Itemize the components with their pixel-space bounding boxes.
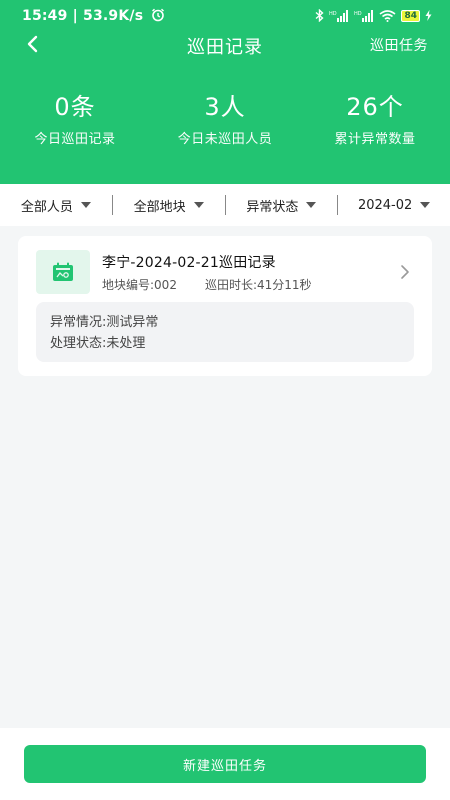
filter-label: 异常状态 <box>246 199 299 215</box>
status-bar: 15:49 | 53.9K/s HD HD 84 <box>0 0 450 34</box>
chevron-right-icon <box>401 265 409 279</box>
bluetooth-icon <box>316 9 325 22</box>
filter-abnormal-status-dropdown[interactable]: 异常状态 <box>226 196 338 215</box>
caret-down-icon <box>420 202 431 208</box>
status-icons: HD HD 84 <box>315 9 432 22</box>
record-status: 处理状态:未处理 <box>50 336 146 351</box>
status-time-text: 15:49 | 53.9K/s <box>22 8 144 24</box>
footer: 新建巡田任务 <box>0 728 450 800</box>
stat-label: 累计异常数量 <box>334 132 416 147</box>
svg-text:HD: HD <box>329 11 337 17</box>
header: 15:49 | 53.9K/s HD HD 84 巡田记录 巡田任务 0条 今日… <box>0 0 450 184</box>
stats-row: 0条 今日巡田记录 3人 今日未巡田人员 26个 累计异常数量 <box>0 92 450 147</box>
stat-unpatrolled-staff: 3人 今日未巡田人员 <box>150 92 300 147</box>
stat-today-records: 0条 今日巡田记录 <box>0 92 150 147</box>
stat-value: 3人 <box>204 93 246 121</box>
patrol-map-icon <box>53 262 73 281</box>
caret-down-icon <box>306 202 317 208</box>
wifi-icon <box>379 9 396 22</box>
battery-icon: 84 <box>401 9 420 22</box>
record-card[interactable]: 李宁-2024-02-21巡田记录 地块编号:002 巡田时长:41分11秒 异… <box>18 236 432 376</box>
new-patrol-task-button[interactable]: 新建巡田任务 <box>24 745 426 783</box>
record-list: 李宁-2024-02-21巡田记录 地块编号:002 巡田时长:41分11秒 异… <box>0 226 450 728</box>
record-title: 李宁-2024-02-21巡田记录 <box>102 255 276 271</box>
status-time: 15:49 | 53.9K/s <box>22 8 165 24</box>
record-abnormal: 异常情况:测试异常 <box>50 315 159 330</box>
filter-label: 2024-02 <box>357 197 413 213</box>
filter-label: 全部地块 <box>133 199 186 215</box>
record-plot-number: 地块编号:002 <box>102 278 177 292</box>
filter-plot-dropdown[interactable]: 全部地块 <box>113 196 225 215</box>
filter-bar: 全部人员 全部地块 异常状态 2024-02 <box>0 184 450 226</box>
battery-level: 84 <box>404 10 417 21</box>
charging-icon <box>425 10 432 21</box>
record-duration: 巡田时长:41分11秒 <box>204 278 312 292</box>
caret-down-icon <box>80 202 91 208</box>
hd-signal-icon-2: HD <box>354 9 374 22</box>
caret-down-icon <box>193 202 204 208</box>
patrol-task-link[interactable]: 巡田任务 <box>370 35 428 55</box>
stat-total-abnormal: 26个 累计异常数量 <box>300 92 450 147</box>
stat-value: 0条 <box>54 93 96 121</box>
record-thumbnail <box>36 250 90 294</box>
stat-label: 今日未巡田人员 <box>177 132 273 147</box>
filter-staff-dropdown[interactable]: 全部人员 <box>0 196 112 215</box>
hd-signal-icon: HD <box>329 9 349 22</box>
record-detail-box: 异常情况:测试异常 处理状态:未处理 <box>36 302 414 362</box>
svg-text:HD: HD <box>354 11 362 17</box>
stat-label: 今日巡田记录 <box>34 132 116 147</box>
filter-label: 全部人员 <box>20 199 73 215</box>
stat-value: 26个 <box>346 93 404 121</box>
alarm-icon <box>152 8 165 22</box>
filter-month-dropdown[interactable]: 2024-02 <box>338 198 450 213</box>
record-meta: 地块编号:002 巡田时长:41分11秒 <box>102 276 312 293</box>
nav-bar: 巡田记录 巡田任务 <box>0 30 450 58</box>
